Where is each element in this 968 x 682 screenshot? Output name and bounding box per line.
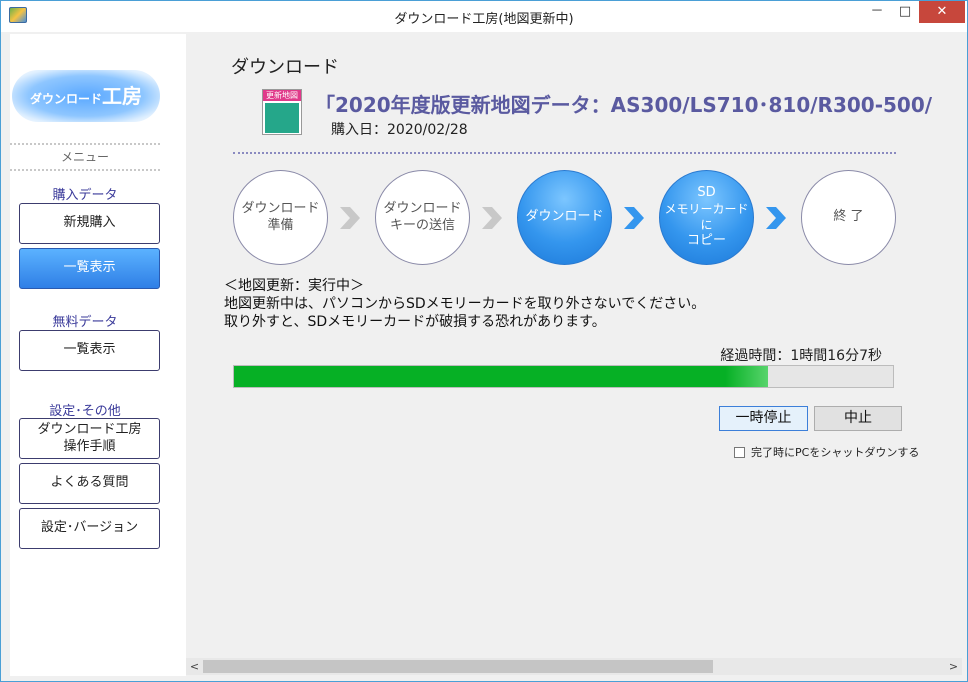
sidebar: ダウンロード工房 メニュー 購入データ 新規購入 一覧表示 無料データ 一覧表示… [10,34,186,676]
minimize-button[interactable]: － [863,1,891,23]
scroll-left-arrow-icon[interactable]: < [186,658,203,675]
cancel-button[interactable]: 中止 [814,406,902,431]
main-content: ダウンロード 更新地図 「2020年度版更新地図データ：AS300/LS710･… [186,34,962,658]
step-download-prep: ダウンロード 準備 [233,170,328,265]
step-1-line1: ダウンロード [241,200,320,216]
progress-bar [233,365,894,388]
manual-button-line1: ダウンロード工房 [37,422,142,438]
maximize-button[interactable]: □ [891,1,919,23]
faq-button[interactable]: よくある質問 [19,463,160,504]
app-logo: ダウンロード工房 [12,70,160,122]
window-title: ダウンロード工房(地図更新中) [394,12,574,27]
logo-text-small: ダウンロード [29,92,102,106]
chevron-right-icon [762,205,788,231]
status-heading: ＜地図更新：実行中＞ [224,278,364,294]
manual-button-line2: 操作手順 [63,438,116,454]
japan-map-icon [265,103,299,133]
step-4-line3: コピー [686,233,726,249]
product-title: 「2020年度版更新地図データ：AS300/LS710･810/R300-500… [315,93,933,117]
pause-button[interactable]: 一時停止 [719,406,808,431]
section-label-free: 無料データ [52,315,118,330]
chevron-right-icon [336,205,362,231]
step-send-key: ダウンロード キーの送信 [375,170,470,265]
logo-text-big: 工房 [102,84,142,108]
shutdown-option[interactable]: 完了時にPCをシャットダウンする [734,444,919,460]
elapsed-time: 経過時間：1時間16分7秒 [720,348,882,364]
menu-heading: メニュー [10,143,160,171]
step-2-line1: ダウンロード [383,200,462,216]
horizontal-scrollbar[interactable]: < > [186,658,962,675]
step-2-line2: キーの送信 [389,217,455,233]
manual-button[interactable]: ダウンロード工房 操作手順 [19,418,160,459]
chevron-right-icon [478,205,504,231]
shutdown-checkbox-label: 完了時にPCをシャットダウンする [751,446,920,459]
shutdown-checkbox[interactable] [734,446,745,458]
purchase-date: 購入日：2020/02/28 [331,122,468,138]
free-list-button[interactable]: 一覧表示 [19,330,160,371]
step-download: ダウンロード [517,170,612,265]
progress-fill [234,366,768,387]
app-window: ダウンロード工房(地図更新中) － □ ✕ ダウンロード工房 メニュー 購入デー… [0,0,968,682]
step-4-line2: メモリーカードに [664,201,749,232]
chevron-right-icon [620,205,646,231]
settings-version-button[interactable]: 設定･バージョン [19,508,160,549]
step-4-line1: SD [697,185,716,201]
title-bar: ダウンロード工房(地図更新中) － □ ✕ [1,1,967,32]
divider [233,152,896,154]
product-icon-label: 更新地図 [263,90,301,101]
new-purchase-button[interactable]: 新規購入 [19,203,160,244]
scroll-right-arrow-icon[interactable]: > [945,658,962,675]
map-product-icon: 更新地図 [262,89,302,135]
status-line-1: 地図更新中は、パソコンからSDメモリーカードを取り外さないでください。 [224,296,706,312]
scrollbar-thumb[interactable] [203,660,713,673]
step-3-line1: ダウンロード [525,209,604,225]
close-button[interactable]: ✕ [919,1,965,23]
status-line-2: 取り外すと、SDメモリーカードが破損する恐れがあります。 [224,314,606,330]
step-5-line1: 終 了 [833,209,864,225]
section-label-purchased: 購入データ [52,188,118,203]
step-finish: 終 了 [801,170,896,265]
step-sd-copy: SD メモリーカードに コピー [659,170,754,265]
step-1-line2: 準備 [267,217,294,233]
purchased-list-button[interactable]: 一覧表示 [19,248,160,289]
section-label-settings: 設定･その他 [49,404,121,419]
page-title: ダウンロード [231,57,339,78]
